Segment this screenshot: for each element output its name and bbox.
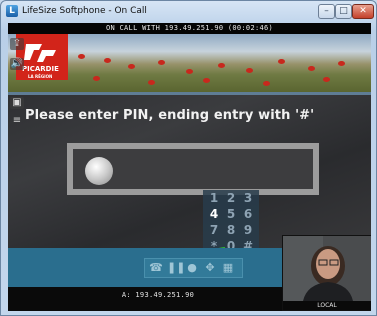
volume-icon[interactable]: 🔊: [10, 58, 24, 70]
key-4[interactable]: 4: [205, 206, 223, 222]
key-1[interactable]: 1: [205, 190, 223, 206]
pause-icon[interactable]: ❚❚: [167, 261, 185, 275]
logo-subtext: LA RÉGION: [28, 74, 53, 79]
remote-address: A: 193.49.251.90: [121, 291, 195, 299]
key-3[interactable]: 3: [239, 190, 257, 206]
call-view: ON CALL WITH 193.49.251.90 (00:02:46) PI…: [8, 23, 371, 311]
remote-video-banner: PICARDIE LA RÉGION ⇪ 🔊: [8, 34, 371, 92]
close-button[interactable]: ✕: [352, 4, 374, 19]
key-6[interactable]: 6: [239, 206, 257, 222]
key-8[interactable]: 8: [222, 222, 240, 238]
record-icon[interactable]: ●: [185, 261, 199, 275]
softphone-window: L LifeSize Softphone - On Call – □ ✕ ON …: [0, 0, 377, 316]
maximize-button[interactable]: □: [335, 4, 352, 19]
upload-icon[interactable]: ⇪: [10, 38, 24, 50]
keypad-grid-icon[interactable]: ▦: [221, 261, 235, 275]
menu-lines-icon[interactable]: ≡: [10, 115, 24, 127]
key-2[interactable]: 2: [222, 190, 240, 206]
local-label: LOCAL: [283, 301, 371, 310]
window-title: LifeSize Softphone - On Call: [22, 6, 147, 16]
key-5[interactable]: 5: [222, 206, 240, 222]
hangup-icon[interactable]: ☎: [149, 261, 163, 275]
dpad-icon[interactable]: ✥: [203, 261, 217, 275]
presentation-icon[interactable]: ▣: [10, 97, 24, 109]
pin-prompt: Please enter PIN, ending entry with '#': [25, 108, 315, 123]
lifesize-app-icon: L: [6, 5, 18, 17]
self-view-person-icon: [283, 236, 371, 301]
title-bar: L LifeSize Softphone - On Call – □ ✕: [1, 1, 376, 23]
key-7[interactable]: 7: [205, 222, 223, 238]
call-status: ON CALL WITH 193.49.251.90 (00:02:46): [8, 23, 371, 34]
logo-text: PICARDIE: [22, 65, 59, 73]
pin-dot-icon: [85, 157, 113, 185]
pin-entry-field[interactable]: [67, 143, 319, 195]
key-9[interactable]: 9: [239, 222, 257, 238]
minimize-button[interactable]: –: [318, 4, 335, 19]
call-controls: ☎ ❚❚ ● ✥ ▦: [144, 258, 243, 278]
self-view-video[interactable]: LOCAL: [282, 235, 371, 311]
